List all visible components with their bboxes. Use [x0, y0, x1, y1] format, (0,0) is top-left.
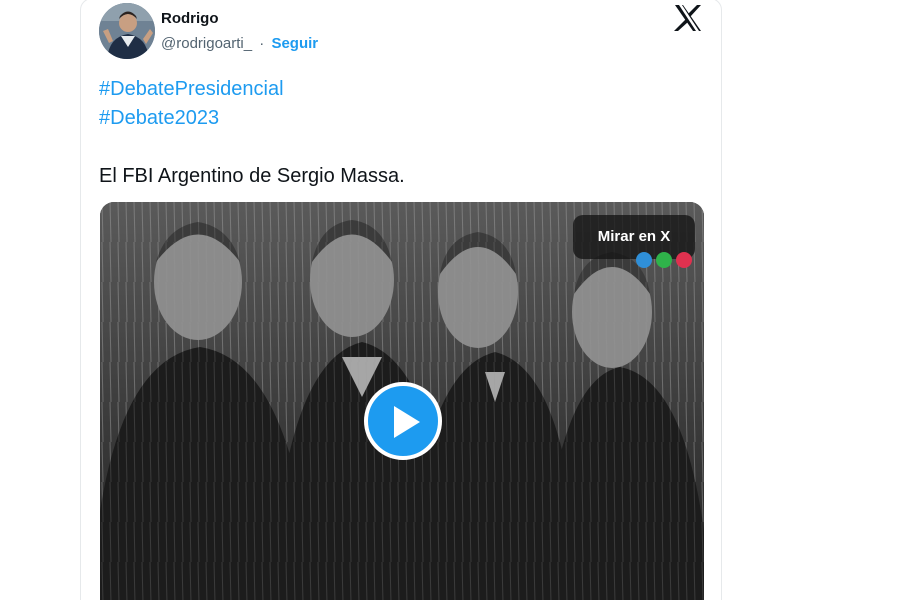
hashtag-link[interactable]: #DebatePresidencial [99, 75, 699, 104]
tweet-body: El FBI Argentino de Sergio Massa. [99, 165, 405, 187]
avatar[interactable] [99, 3, 155, 59]
author-name[interactable]: Rodrigo [161, 10, 219, 27]
x-logo-icon[interactable] [673, 3, 705, 35]
page: Rodrigo @rodrigoarti_ · Seguir #DebatePr… [0, 0, 900, 600]
play-icon [394, 406, 420, 438]
separator-dot: · [259, 35, 265, 52]
handle-row: @rodrigoarti_ · Seguir [161, 35, 318, 52]
channel-logo-icon [634, 250, 696, 270]
video-player[interactable]: Mirar en X [100, 202, 704, 600]
tweet-text: #DebatePresidencial #Debate2023 El FBI A… [99, 75, 699, 191]
avatar-image [99, 3, 155, 59]
author-handle[interactable]: @rodrigoarti_ [161, 35, 252, 52]
tweet-card: Rodrigo @rodrigoarti_ · Seguir #DebatePr… [80, 0, 722, 600]
play-button[interactable] [364, 382, 442, 460]
hashtag-link[interactable]: #Debate2023 [99, 104, 699, 133]
follow-link[interactable]: Seguir [271, 35, 318, 52]
